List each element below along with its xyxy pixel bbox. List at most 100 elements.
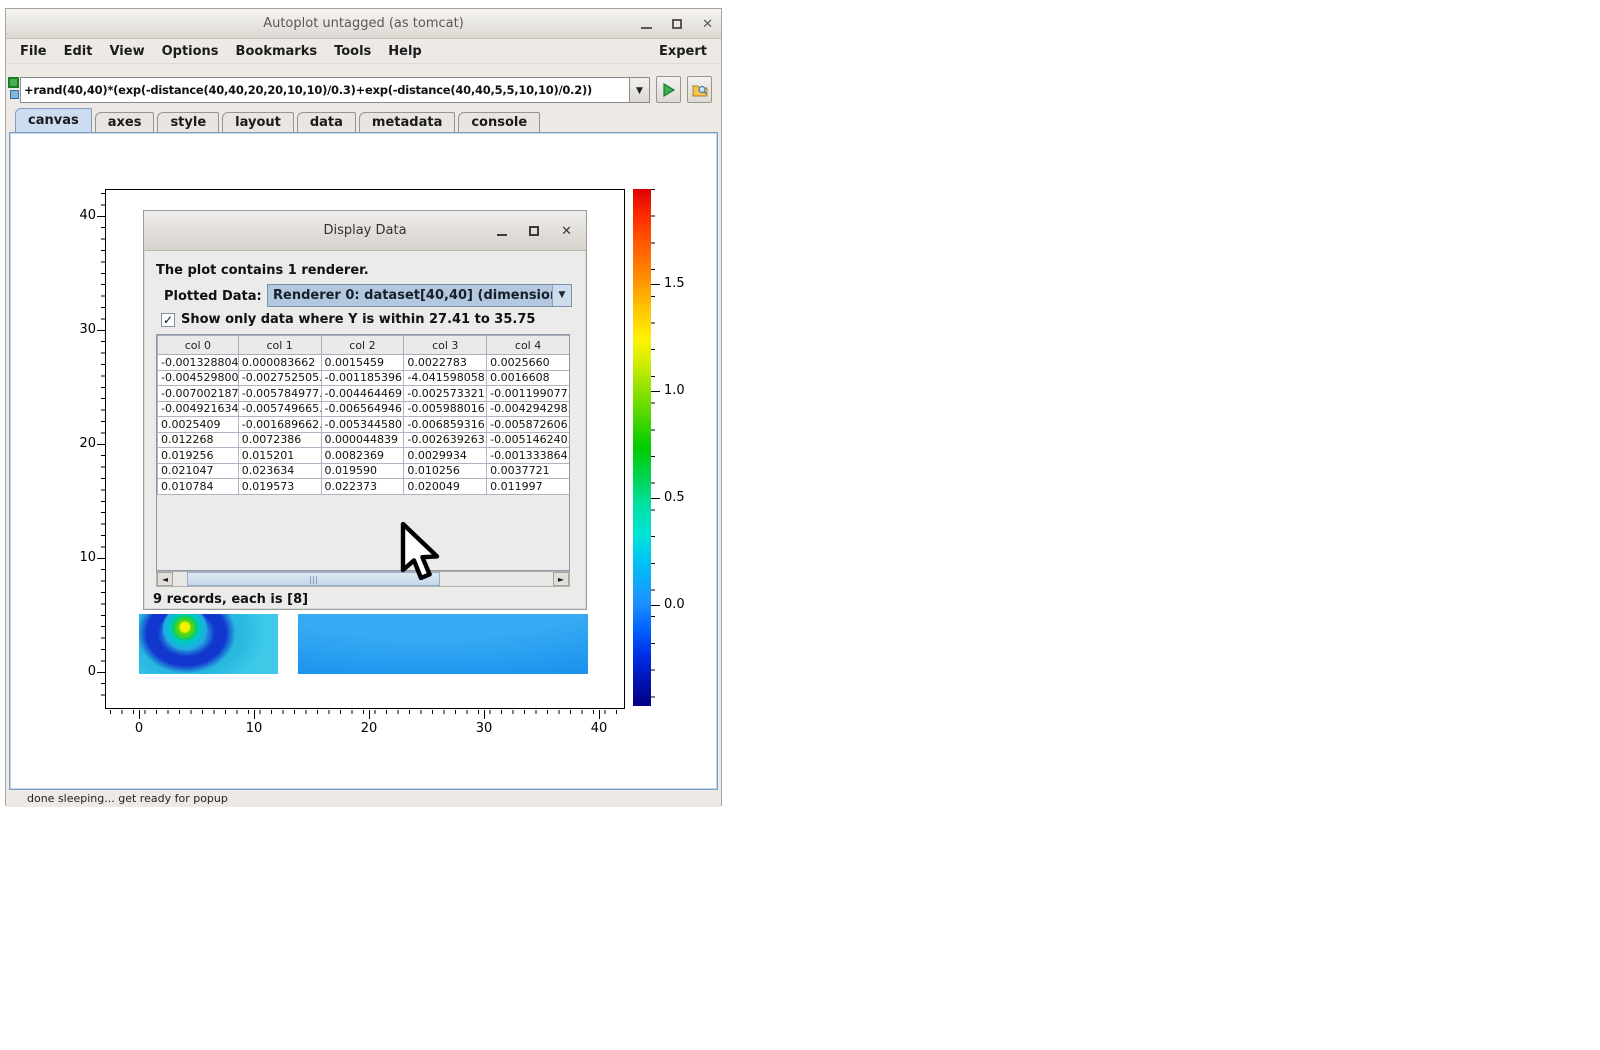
spectrogram-band-right[interactable] [298,614,588,674]
table-row[interactable]: -0.004529800...-0.002752505...-0.0011853… [158,370,571,386]
table-cell[interactable]: 0.010784 [158,479,239,495]
table-cell[interactable]: -0.005146240... [487,432,570,448]
table-cell[interactable]: 0.0022783 [404,355,487,371]
column-header[interactable]: col 3 [404,336,487,355]
minimize-icon[interactable] [641,27,652,29]
table-cell[interactable]: 0.000044839 [321,432,404,448]
menu-options[interactable]: Options [162,44,219,59]
table-cell[interactable]: 0.015201 [238,448,321,464]
dialog-minimize-icon[interactable] [497,234,507,236]
data-table-scrollpane[interactable]: col 0col 1col 2col 3col 4 -0.001328804..… [156,334,570,571]
maximize-icon[interactable] [672,19,682,29]
table-cell[interactable]: -0.001333864... [487,448,570,464]
table-cell[interactable]: 0.0025409 [158,417,239,433]
menu-bookmarks[interactable]: Bookmarks [236,44,318,59]
table-cell[interactable]: -0.005344580... [321,417,404,433]
close-icon[interactable]: ✕ [702,18,713,31]
tab-canvas[interactable]: canvas [15,108,92,132]
table-cell[interactable]: -0.0 [569,463,570,479]
table-cell[interactable]: 0.0016608 [487,370,570,386]
table-cell[interactable]: -0.0 [569,417,570,433]
table-cell[interactable]: 0.019256 [158,448,239,464]
plot-go-button[interactable] [656,76,681,103]
table-cell[interactable]: 0.020049 [404,479,487,495]
table-cell[interactable]: -0.005872606... [487,417,570,433]
column-header[interactable]: col 0 [158,336,239,355]
table-cell[interactable]: 0.00 [569,370,570,386]
table-cell[interactable]: 0.00 [569,355,570,371]
table-cell[interactable]: -0.002639263... [404,432,487,448]
scroll-left-button[interactable]: ◄ [157,572,173,586]
column-header[interactable]: col 1 [238,336,321,355]
table-cell[interactable]: -0.005988016... [404,401,487,417]
table-cell[interactable]: -0.002573321... [404,386,487,402]
table-cell[interactable]: -0.005749665... [238,401,321,417]
table-cell[interactable]: -0.001328804... [158,355,239,371]
table-cell[interactable]: 0.010256 [404,463,487,479]
table-cell[interactable]: -0.001689662... [238,417,321,433]
table-row[interactable]: 0.0107840.0195730.0223730.0200490.011997… [158,479,571,495]
table-cell[interactable]: -0.001199077... [487,386,570,402]
column-header[interactable] [569,336,570,355]
table-cell[interactable]: -0.005784977... [238,386,321,402]
dialog-maximize-icon[interactable] [529,226,539,236]
tab-data[interactable]: data [297,112,356,132]
column-header[interactable]: col 2 [321,336,404,355]
expert-toggle[interactable]: Expert [659,44,707,59]
table-cell[interactable]: 0.0037721 [487,463,570,479]
table-cell[interactable]: -0.006564946... [321,401,404,417]
table-cell[interactable]: -0.004921634... [158,401,239,417]
table-cell[interactable]: 0.019573 [238,479,321,495]
menu-edit[interactable]: Edit [64,44,93,59]
filter-checkbox[interactable]: ✓ [161,313,175,327]
table-cell[interactable]: -0.002752505... [238,370,321,386]
tab-style[interactable]: style [157,112,219,132]
table-cell[interactable]: 0.019590 [321,463,404,479]
table-row[interactable]: 0.0025409-0.001689662...-0.005344580...-… [158,417,571,433]
table-cell[interactable]: 0.0025660 [487,355,570,371]
inspect-uri-button[interactable] [687,76,712,103]
menu-file[interactable]: File [20,44,47,59]
table-cell[interactable]: 0.011997 [487,479,570,495]
window-title-bar[interactable]: Autoplot untagged (as tomcat) ✕ [6,9,721,39]
scroll-right-button[interactable]: ► [553,572,569,586]
table-cell[interactable]: -0.007002187... [158,386,239,402]
tab-console[interactable]: console [458,112,540,132]
horizontal-scrollbar[interactable]: ◄ ► [156,571,570,587]
table-row[interactable]: 0.0192560.0152010.00823690.0029934-0.001… [158,448,571,464]
uri-dropdown-button[interactable]: ▼ [630,77,650,103]
table-cell[interactable]: 0.000083662 [238,355,321,371]
table-cell[interactable]: 0.022373 [321,479,404,495]
spectrogram-band-left[interactable] [139,614,278,674]
table-cell[interactable]: 0.0072386 [238,432,321,448]
table-cell[interactable]: -0.0 [569,448,570,464]
table-row[interactable]: -0.007002187...-0.005784977...-0.0044644… [158,386,571,402]
menu-view[interactable]: View [109,44,144,59]
table-cell[interactable]: -4.041598058... [404,370,487,386]
table-row[interactable]: 0.0122680.00723860.000044839-0.002639263… [158,432,571,448]
table-cell[interactable]: -0.004529800... [158,370,239,386]
table-cell[interactable]: -0.001185396... [321,370,404,386]
table-cell[interactable]: -0.0 [569,401,570,417]
tab-metadata[interactable]: metadata [359,112,455,132]
plotted-data-combobox[interactable]: Renderer 0: dataset[40,40] (dimension...… [267,284,572,307]
table-cell[interactable]: -0.006859316... [404,417,487,433]
table-row[interactable]: -0.001328804...0.0000836620.00154590.002… [158,355,571,371]
table-cell[interactable]: 0.0082369 [321,448,404,464]
table-cell[interactable]: -0.004294298... [487,401,570,417]
column-header[interactable]: col 4 [487,336,570,355]
table-cell[interactable]: 0.00 [569,479,570,495]
scrollbar-track[interactable] [173,572,553,586]
menu-tools[interactable]: Tools [334,44,371,59]
table-cell[interactable]: 0.00 [569,386,570,402]
menu-help[interactable]: Help [388,44,421,59]
table-cell[interactable]: 0.023634 [238,463,321,479]
table-cell[interactable]: 0.021047 [158,463,239,479]
dialog-close-icon[interactable]: ✕ [561,224,572,239]
table-cell[interactable]: -0.004464469... [321,386,404,402]
tab-layout[interactable]: layout [222,112,294,132]
table-cell[interactable]: 0.012268 [158,432,239,448]
table-row[interactable]: -0.004921634...-0.005749665...-0.0065649… [158,401,571,417]
colorbar[interactable] [633,189,651,706]
uri-input[interactable]: +rand(40,40)*(exp(-distance(40,40,20,20,… [20,77,630,103]
